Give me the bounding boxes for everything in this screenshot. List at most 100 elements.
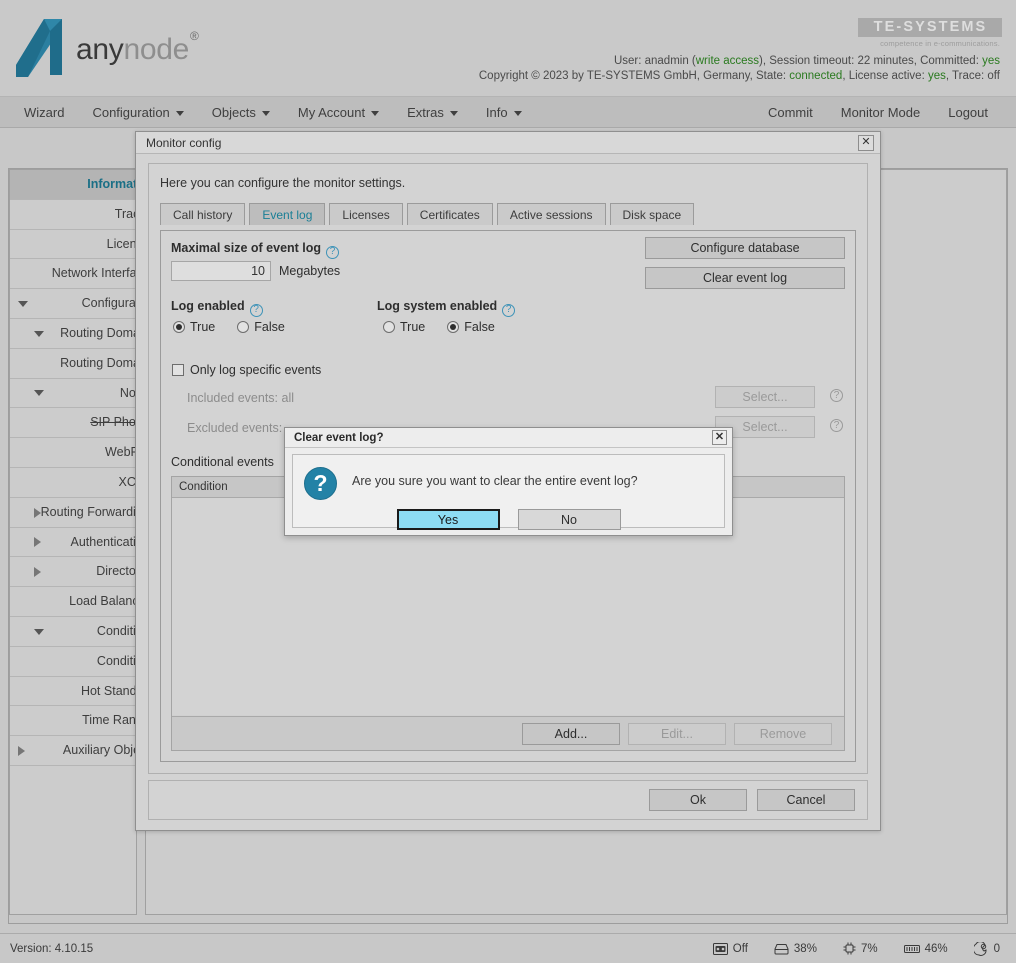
menu-monitor-mode[interactable]: Monitor Mode (827, 97, 934, 128)
sidebar-item-label: Conditions (97, 624, 137, 638)
tab-disk-space[interactable]: Disk space (610, 203, 695, 225)
excluded-events-label: Excluded events: (187, 421, 282, 435)
sidebar-item-time-ranges[interactable]: Time Ranges (10, 706, 137, 736)
menu-info[interactable]: Info (472, 97, 536, 128)
sidebar-item-sip-phones[interactable]: SIP Phones (10, 408, 137, 438)
recorder-value: Off (733, 943, 748, 955)
sidebar-item-directories[interactable]: Directories (10, 557, 137, 587)
sidebar-item-routing-domains[interactable]: Routing Domains (10, 349, 137, 379)
sidebar-item-xcapi[interactable]: XCAPI (10, 468, 137, 498)
close-icon[interactable]: ✕ (712, 430, 727, 445)
included-events-select-button[interactable]: Select... (715, 386, 815, 408)
cancel-button[interactable]: Cancel (757, 789, 855, 811)
close-icon[interactable]: ✕ (858, 135, 874, 151)
version-label: Version: 4.10.15 (10, 943, 93, 955)
tab-active-sessions[interactable]: Active sessions (497, 203, 606, 225)
sidebar-item-routing-forwardings[interactable]: Routing Forwardings (10, 498, 137, 528)
sidebar-item-routing-domains[interactable]: Routing Domains (10, 319, 137, 349)
confirm-titlebar: Clear event log? ✕ (285, 428, 732, 448)
menu-configuration[interactable]: Configuration (78, 97, 197, 128)
menu-objects[interactable]: Objects (198, 97, 284, 128)
app-window: anynode® TE-SYSTEMS competence in e-comm… (0, 0, 1016, 963)
help-icon[interactable]: ? (830, 389, 843, 402)
tree-toggle[interactable] (34, 319, 44, 349)
log-enabled-label-row: Log enabled? (171, 297, 263, 315)
menu-wizard[interactable]: Wizard (14, 97, 78, 128)
max-size-unit: Megabytes (279, 264, 340, 278)
tree-toggle[interactable] (34, 379, 44, 409)
help-icon[interactable]: ? (250, 304, 263, 317)
sidebar-item-label: Information (87, 177, 137, 191)
ok-button[interactable]: Ok (649, 789, 747, 811)
tree-toggle[interactable] (18, 289, 28, 319)
sidebar-item-authentications[interactable]: Authentications (10, 528, 137, 558)
session-info-line1: User: anadmin (write access), Session ti… (479, 54, 1000, 69)
navigation-sidebar[interactable]: Information TracingLicensesNetwork Interf… (9, 169, 137, 915)
sidebar-item-label: SIP Phones (90, 415, 137, 429)
tree-toggle[interactable] (34, 498, 41, 528)
menu-logout[interactable]: Logout (934, 97, 1002, 128)
radio-label: True (190, 320, 215, 334)
status-calls: 0 (974, 942, 1000, 956)
menu-extras[interactable]: Extras (393, 97, 472, 128)
log-system-false-radio[interactable]: False (447, 320, 495, 334)
dialog-footer: Ok Cancel (148, 780, 868, 820)
tab-event-log[interactable]: Event log (249, 203, 325, 225)
sidebar-item-auxiliary-objects[interactable]: Auxiliary Objects (10, 736, 137, 766)
dialog-titlebar: Monitor config ✕ (136, 132, 880, 154)
edit-button[interactable]: Edit... (628, 723, 726, 745)
radio-label: False (254, 320, 285, 334)
help-icon[interactable]: ? (830, 419, 843, 432)
max-size-input[interactable] (171, 261, 271, 281)
menu-commit[interactable]: Commit (758, 97, 827, 128)
remove-button[interactable]: Remove (734, 723, 832, 745)
tree-toggle[interactable] (34, 617, 44, 647)
add-button[interactable]: Add... (522, 723, 620, 745)
tree-toggle[interactable] (34, 528, 41, 558)
yes-button[interactable]: Yes (397, 509, 500, 530)
tab-licenses[interactable]: Licenses (329, 203, 402, 225)
chevron-right-icon (34, 567, 41, 577)
included-events-label: Included events: all (187, 391, 294, 405)
dialog-title: Monitor config (146, 136, 858, 150)
sidebar-item-label: Time Ranges (82, 713, 137, 727)
menu-my-account[interactable]: My Account (284, 97, 393, 128)
tab-call-history[interactable]: Call history (160, 203, 245, 225)
sidebar-item-licenses[interactable]: Licenses (10, 230, 137, 260)
sidebar-item-conditions[interactable]: Conditions (10, 617, 137, 647)
sidebar-item-information[interactable]: Information (10, 170, 137, 200)
tab-certificates[interactable]: Certificates (407, 203, 493, 225)
chevron-down-icon (34, 629, 44, 635)
sidebar-item-configuration[interactable]: Configuration (10, 289, 137, 319)
only-log-specific-label: Only log specific events (190, 363, 321, 377)
tree-toggle[interactable] (34, 557, 41, 587)
sidebar-item-network-interfaces[interactable]: Network Interfaces (10, 259, 137, 289)
sidebar-item-nodes[interactable]: Nodes (10, 379, 137, 409)
log-system-true-radio[interactable]: True (383, 320, 425, 334)
sidebar-item-conditions[interactable]: Conditions (10, 647, 137, 677)
log-enabled-label: Log enabled (171, 299, 245, 313)
chevron-right-icon (18, 746, 25, 756)
navigation-tree: Information TracingLicensesNetwork Interf… (10, 170, 137, 766)
chevron-down-icon (176, 111, 184, 116)
sidebar-item-tracing[interactable]: Tracing (10, 200, 137, 230)
radio-dot-icon (383, 321, 395, 333)
only-log-specific-checkbox[interactable]: Only log specific events (172, 361, 321, 379)
menu-label: Extras (407, 105, 444, 120)
no-button[interactable]: No (518, 509, 621, 530)
disk-value: 38% (794, 943, 817, 955)
help-icon[interactable]: ? (502, 304, 515, 317)
conditional-events-label: Conditional events (171, 455, 274, 469)
status-disk: 38% (774, 943, 817, 955)
sidebar-item-webrtc[interactable]: WebRTC (10, 438, 137, 468)
confirm-body: ? Are you sure you want to clear the ent… (292, 454, 725, 528)
menu-label: Configuration (92, 105, 169, 120)
sidebar-item-load-balancers[interactable]: Load Balancers (10, 587, 137, 617)
log-enabled-true-radio[interactable]: True (173, 320, 215, 334)
tree-toggle[interactable] (18, 736, 25, 766)
configure-database-button[interactable]: Configure database (645, 237, 845, 259)
clear-event-log-button[interactable]: Clear event log (645, 267, 845, 289)
log-enabled-false-radio[interactable]: False (237, 320, 285, 334)
help-icon[interactable]: ? (326, 246, 339, 259)
sidebar-item-hot-standbys[interactable]: Hot Standbys (10, 677, 137, 707)
